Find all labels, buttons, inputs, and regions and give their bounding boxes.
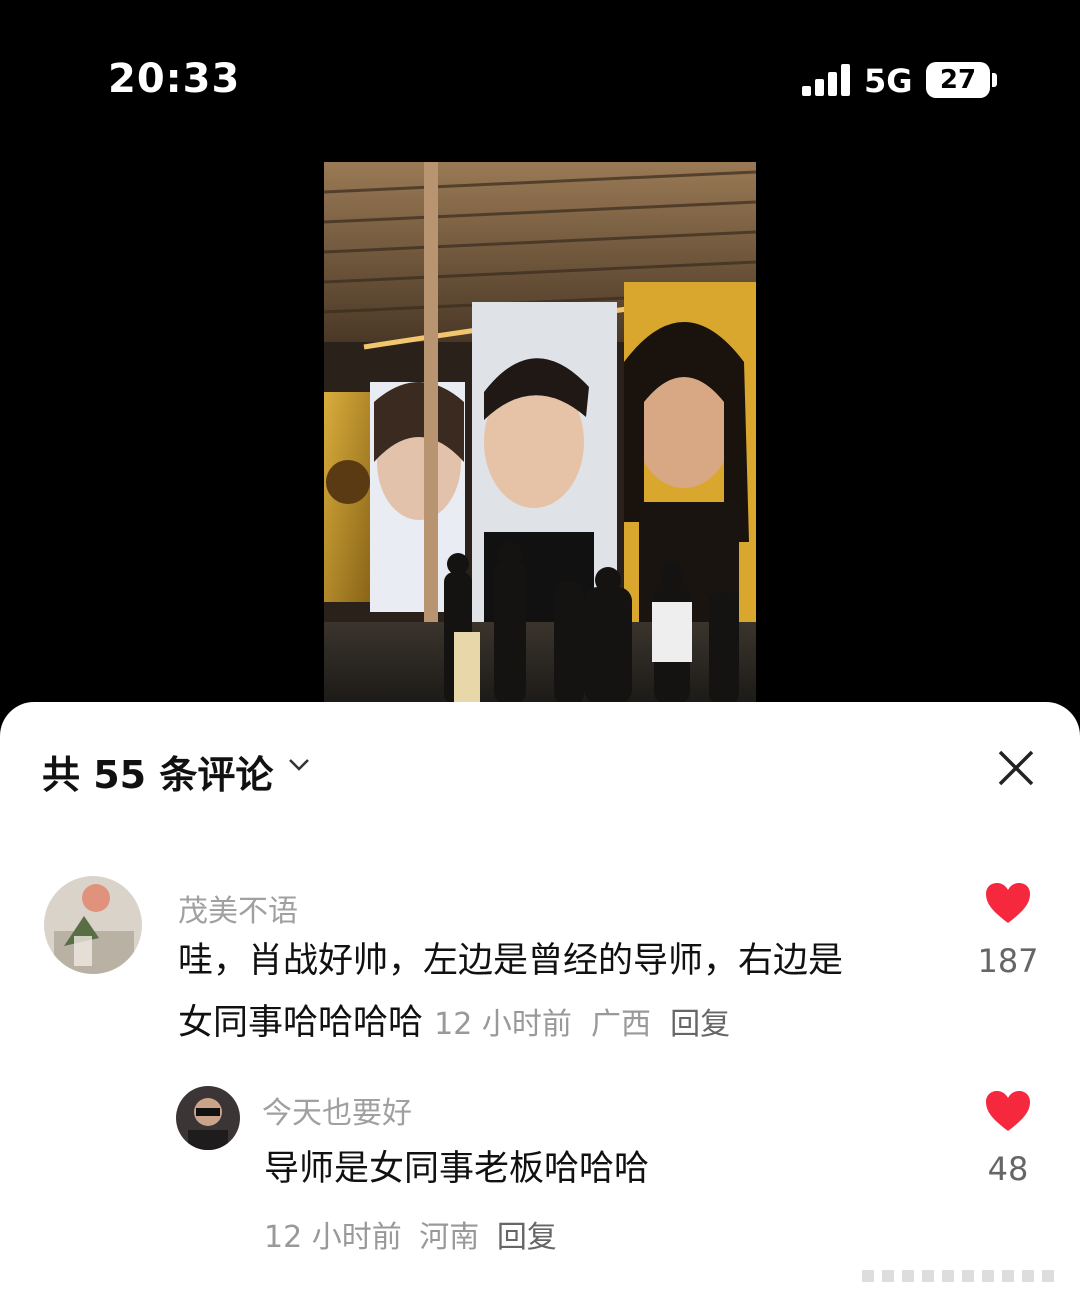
reply-text: 导师是女同事老板哈哈哈 (264, 1149, 650, 1189)
avatar[interactable] (176, 1086, 240, 1150)
heart-icon[interactable] (985, 1090, 1031, 1132)
like-count: 48 (987, 1150, 1029, 1188)
network-label: 5G (864, 62, 913, 100)
reply-button[interactable]: 回复 (670, 1007, 730, 1042)
like-count: 187 (977, 942, 1039, 980)
signal-icon (802, 64, 852, 96)
comment-text-line: 哇，肖战好帅，左边是曾经的导师，右边是 (178, 941, 844, 981)
reply-button[interactable]: 回复 (497, 1220, 557, 1255)
reply-location: 河南 (419, 1220, 480, 1255)
status-time: 20:33 (108, 56, 241, 102)
comment-location: 广西 (591, 1007, 652, 1042)
reply-meta: 12 小时前 河南 回复 (264, 1212, 557, 1256)
reply-time: 12 小时前 (264, 1220, 402, 1255)
close-icon[interactable] (996, 748, 1036, 788)
battery-icon: 27 (926, 62, 990, 98)
comment-username[interactable]: 茂美不语 (178, 886, 298, 930)
chevron-down-icon[interactable] (286, 752, 312, 778)
comment-time: 12 小时前 (434, 1007, 572, 1042)
comment-count-title[interactable]: 共 55 条评论 (42, 744, 273, 799)
reply-username[interactable]: 今天也要好 (262, 1088, 412, 1132)
post-photo[interactable] (324, 162, 756, 704)
avatar[interactable] (44, 876, 142, 974)
comment-text-line2: 女同事哈哈哈哈 (178, 1003, 424, 1043)
comment-text-line: 女同事哈哈哈哈 12 小时前 广西 回复 (178, 992, 843, 1056)
heart-icon[interactable] (985, 882, 1031, 924)
watermark-icon (862, 1270, 1054, 1282)
battery-tip (992, 73, 997, 87)
comment-text: 哇，肖战好帅，左边是曾经的导师，右边是 女同事哈哈哈哈 12 小时前 广西 回复 (178, 930, 843, 1056)
